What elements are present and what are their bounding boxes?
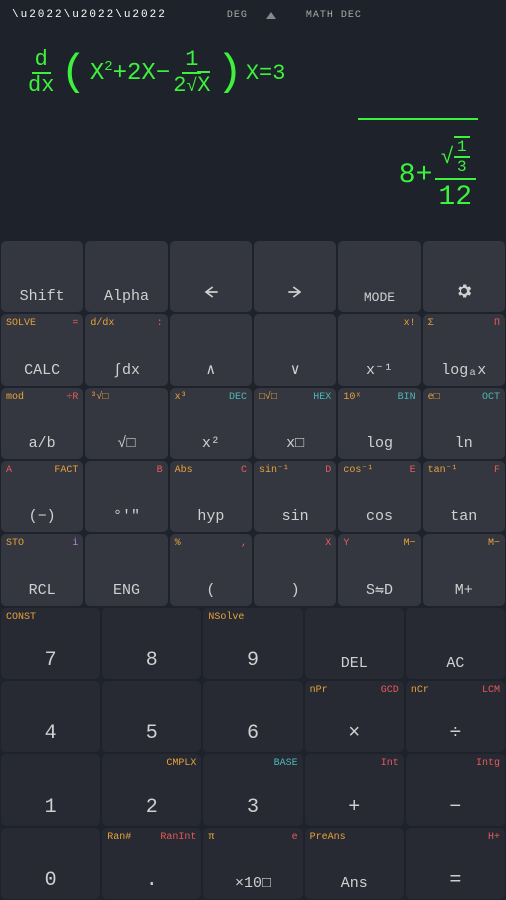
- down-key[interactable]: ∨: [254, 314, 336, 385]
- key-3[interactable]: BASE3: [203, 754, 302, 825]
- math-mode[interactable]: MATH DEC: [306, 10, 362, 21]
- key-2[interactable]: CMPLX2: [102, 754, 201, 825]
- ac-key[interactable]: AC: [406, 608, 505, 679]
- calc-display: d dx ( X2+2X− 1 2√X ) X=3 8+ √ 1 3 12: [0, 30, 506, 240]
- key-4[interactable]: 4: [1, 681, 100, 752]
- fraction-key[interactable]: mod÷Ra/b: [1, 388, 83, 459]
- right-key[interactable]: [254, 241, 336, 312]
- add-key[interactable]: Int+: [305, 754, 404, 825]
- top-bar: \u2022\u2022\u2022 DEG MATH DEC: [0, 0, 506, 30]
- key-1[interactable]: 1: [1, 754, 100, 825]
- cos-key[interactable]: cos⁻¹Ecos: [338, 461, 420, 532]
- hyp-key[interactable]: AbsChyp: [170, 461, 252, 532]
- triangle-up-icon[interactable]: [266, 12, 276, 19]
- more-icon[interactable]: \u2022\u2022\u2022: [12, 9, 167, 21]
- tan-key[interactable]: tan⁻¹Ftan: [423, 461, 505, 532]
- rparen-key[interactable]: X): [254, 534, 336, 605]
- rcl-key[interactable]: STOiRCL: [1, 534, 83, 605]
- key-9[interactable]: NSolve9: [203, 608, 302, 679]
- key-0[interactable]: 0: [1, 828, 100, 899]
- lparen-key[interactable]: %,(: [170, 534, 252, 605]
- alpha-key[interactable]: Alpha: [85, 241, 167, 312]
- left-key[interactable]: [170, 241, 252, 312]
- square-key[interactable]: x³DECx²: [170, 388, 252, 459]
- negate-key[interactable]: AFACT(−): [1, 461, 83, 532]
- del-key[interactable]: DEL: [305, 608, 404, 679]
- mode-key[interactable]: MODE: [338, 241, 420, 312]
- arrow-right-icon: [285, 284, 305, 300]
- result-expression: 8+ √ 1 3 12: [399, 136, 478, 215]
- ans-key[interactable]: PreAnsAns: [305, 828, 404, 899]
- key-7[interactable]: CONST7: [1, 608, 100, 679]
- shift-key[interactable]: Shift: [1, 241, 83, 312]
- divide-key[interactable]: nCrLCM÷: [406, 681, 505, 752]
- keypad: Shift Alpha MODE SOLVE=CALC d/dx:∫dx ∧ ∨…: [0, 240, 506, 900]
- integral-key[interactable]: d/dx:∫dx: [85, 314, 167, 385]
- decimal-key[interactable]: Ran#RanInt.: [102, 828, 201, 899]
- settings-key[interactable]: [423, 241, 505, 312]
- power-key[interactable]: □√□HEXx□: [254, 388, 336, 459]
- key-6[interactable]: 6: [203, 681, 302, 752]
- eng-key[interactable]: ENG: [85, 534, 167, 605]
- gear-icon: [455, 282, 473, 300]
- dms-key[interactable]: B°'": [85, 461, 167, 532]
- exp10-key[interactable]: πe×10□: [203, 828, 302, 899]
- log-key[interactable]: 10ˣBINlog: [338, 388, 420, 459]
- subtract-key[interactable]: Intg−: [406, 754, 505, 825]
- mplus-key[interactable]: M−M+: [423, 534, 505, 605]
- angle-mode[interactable]: DEG: [227, 10, 248, 21]
- key-8[interactable]: 8: [102, 608, 201, 679]
- equals-key[interactable]: H+=: [406, 828, 505, 899]
- result-divider: [358, 118, 478, 120]
- sqrt-key[interactable]: ³√□√□: [85, 388, 167, 459]
- ln-key[interactable]: e□OCTln: [423, 388, 505, 459]
- sd-key[interactable]: YM−S⇋D: [338, 534, 420, 605]
- arrow-left-icon: [201, 284, 221, 300]
- logax-key[interactable]: ΣΠlogₐx: [423, 314, 505, 385]
- sin-key[interactable]: sin⁻¹Dsin: [254, 461, 336, 532]
- up-key[interactable]: ∧: [170, 314, 252, 385]
- inverse-key[interactable]: x!x⁻¹: [338, 314, 420, 385]
- multiply-key[interactable]: nPrGCD×: [305, 681, 404, 752]
- key-5[interactable]: 5: [102, 681, 201, 752]
- input-expression: d dx ( X2+2X− 1 2√X ) X=3: [25, 48, 285, 98]
- calc-key[interactable]: SOLVE=CALC: [1, 314, 83, 385]
